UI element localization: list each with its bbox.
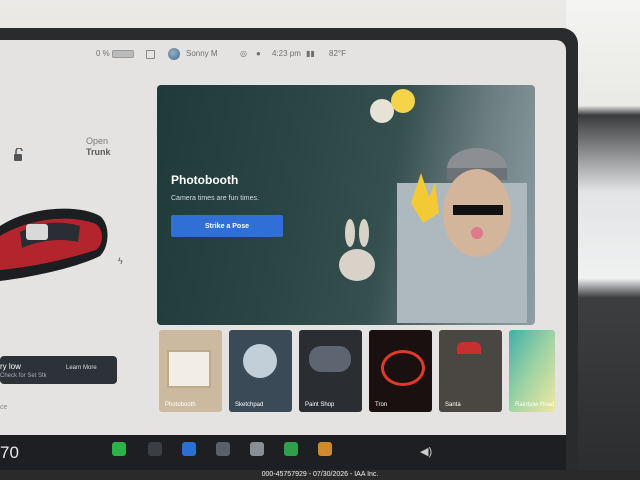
spotify-icon[interactable] bbox=[284, 442, 298, 456]
strike-a-pose-button[interactable]: Strike a Pose bbox=[171, 215, 283, 237]
app-label: Photobooth bbox=[165, 402, 196, 408]
photo-frame-icon bbox=[167, 350, 211, 388]
paint-shop-icon bbox=[309, 346, 351, 372]
sentry-icon[interactable]: ● bbox=[256, 49, 261, 58]
car-panel: Open Trunk ϟ ry low Check for Set Stk Le… bbox=[0, 66, 148, 451]
tron-icon bbox=[381, 350, 425, 386]
hero-photo bbox=[397, 148, 527, 323]
touchscreen: 0 % Sonny M ◎ ● 4:23 pm ▮▮ 82°F Open Tru… bbox=[0, 40, 566, 470]
status-bar: 0 % Sonny M ◎ ● 4:23 pm ▮▮ 82°F bbox=[0, 40, 566, 66]
calendar-icon[interactable] bbox=[216, 442, 230, 456]
arcade-icon[interactable] bbox=[318, 442, 332, 456]
network-icon: ▮▮ bbox=[306, 49, 315, 58]
app-tile-photobooth[interactable]: Photobooth bbox=[159, 330, 222, 412]
charge-port-icon[interactable]: ϟ bbox=[118, 256, 123, 266]
app-tile-santa[interactable]: Santa bbox=[439, 330, 502, 412]
signal-icon: ◎ bbox=[240, 49, 247, 58]
app-label: Paint Shop bbox=[305, 402, 335, 408]
app-label: Tron bbox=[375, 402, 388, 408]
watermark: 000-45757929 - 07/30/2026 - IAA Inc. bbox=[0, 470, 640, 480]
sketchpad-icon bbox=[243, 344, 277, 378]
battery-icon bbox=[112, 50, 134, 58]
photobooth-hero: Photobooth Camera times are fun times. S… bbox=[157, 85, 535, 325]
app-carousel: Photobooth Sketchpad Paint Shop Tron San… bbox=[157, 330, 557, 420]
app-tile-paint-shop[interactable]: Paint Shop bbox=[299, 330, 362, 412]
lock-icon[interactable] bbox=[146, 50, 155, 59]
unlock-icon[interactable] bbox=[12, 148, 24, 162]
toybox-icon[interactable] bbox=[250, 442, 264, 456]
app-tile-tron[interactable]: Tron bbox=[369, 330, 432, 412]
clock-time: 4:23 pm bbox=[272, 49, 301, 58]
learn-more-button[interactable]: Learn More bbox=[66, 365, 97, 371]
section-label: ce bbox=[0, 404, 8, 411]
outside-temperature: 82°F bbox=[329, 49, 346, 58]
app-label: Sketchpad bbox=[235, 402, 264, 408]
phone-icon[interactable] bbox=[112, 442, 126, 456]
alert-title: ry low bbox=[0, 362, 21, 371]
car-image bbox=[0, 208, 108, 281]
cabin-temperature[interactable]: 70 bbox=[0, 443, 19, 463]
alert-banner: ry low Check for Set Stk Learn More bbox=[0, 356, 117, 384]
trunk-label-open: Open bbox=[86, 136, 109, 146]
emoji-stickers bbox=[370, 89, 415, 123]
battery-percent: 0 % bbox=[96, 49, 110, 58]
open-trunk-button[interactable]: Open Trunk bbox=[86, 136, 111, 158]
bunny-sticker bbox=[339, 219, 375, 281]
photobooth-subtitle: Camera times are fun times. bbox=[171, 195, 259, 202]
volume-icon[interactable]: ◀) bbox=[420, 445, 432, 458]
camera-icon[interactable] bbox=[148, 442, 162, 456]
app-tile-sketchpad[interactable]: Sketchpad bbox=[229, 330, 292, 412]
profile-avatar[interactable] bbox=[168, 48, 180, 60]
app-label: Rainbow Road bbox=[515, 402, 555, 408]
bottom-dock: 70 ◀) bbox=[0, 435, 566, 470]
santa-hat-icon bbox=[457, 342, 481, 354]
bluetooth-icon[interactable] bbox=[182, 442, 196, 456]
trunk-label-trunk: Trunk bbox=[86, 147, 111, 157]
app-label: Santa bbox=[445, 402, 461, 408]
alert-subtitle: Check for Set Stk bbox=[0, 373, 47, 379]
app-tile-rainbow-road[interactable]: Rainbow Road bbox=[509, 330, 555, 412]
photobooth-title: Photobooth bbox=[171, 173, 239, 187]
profile-name[interactable]: Sonny M bbox=[186, 49, 218, 58]
